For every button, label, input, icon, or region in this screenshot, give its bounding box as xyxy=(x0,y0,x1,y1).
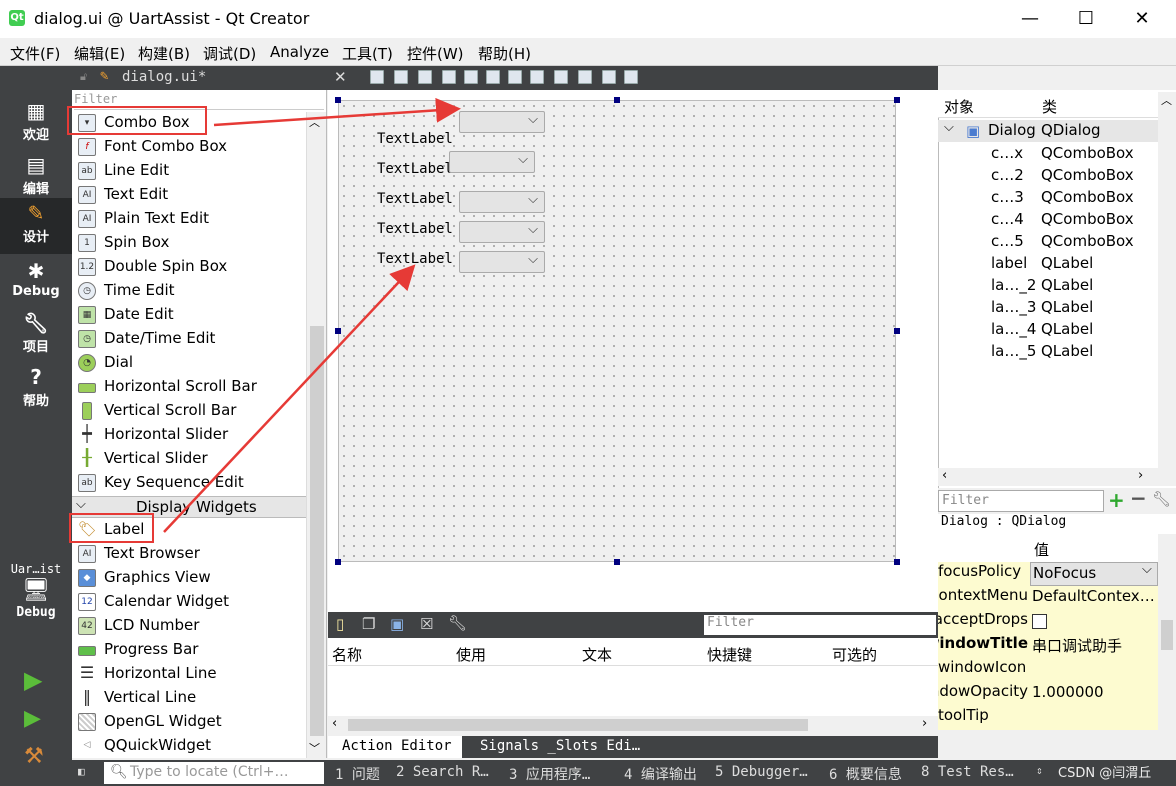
arrow-to-label xyxy=(163,264,416,533)
arrow-to-combo xyxy=(213,97,461,127)
annotation-arrows xyxy=(163,97,461,533)
